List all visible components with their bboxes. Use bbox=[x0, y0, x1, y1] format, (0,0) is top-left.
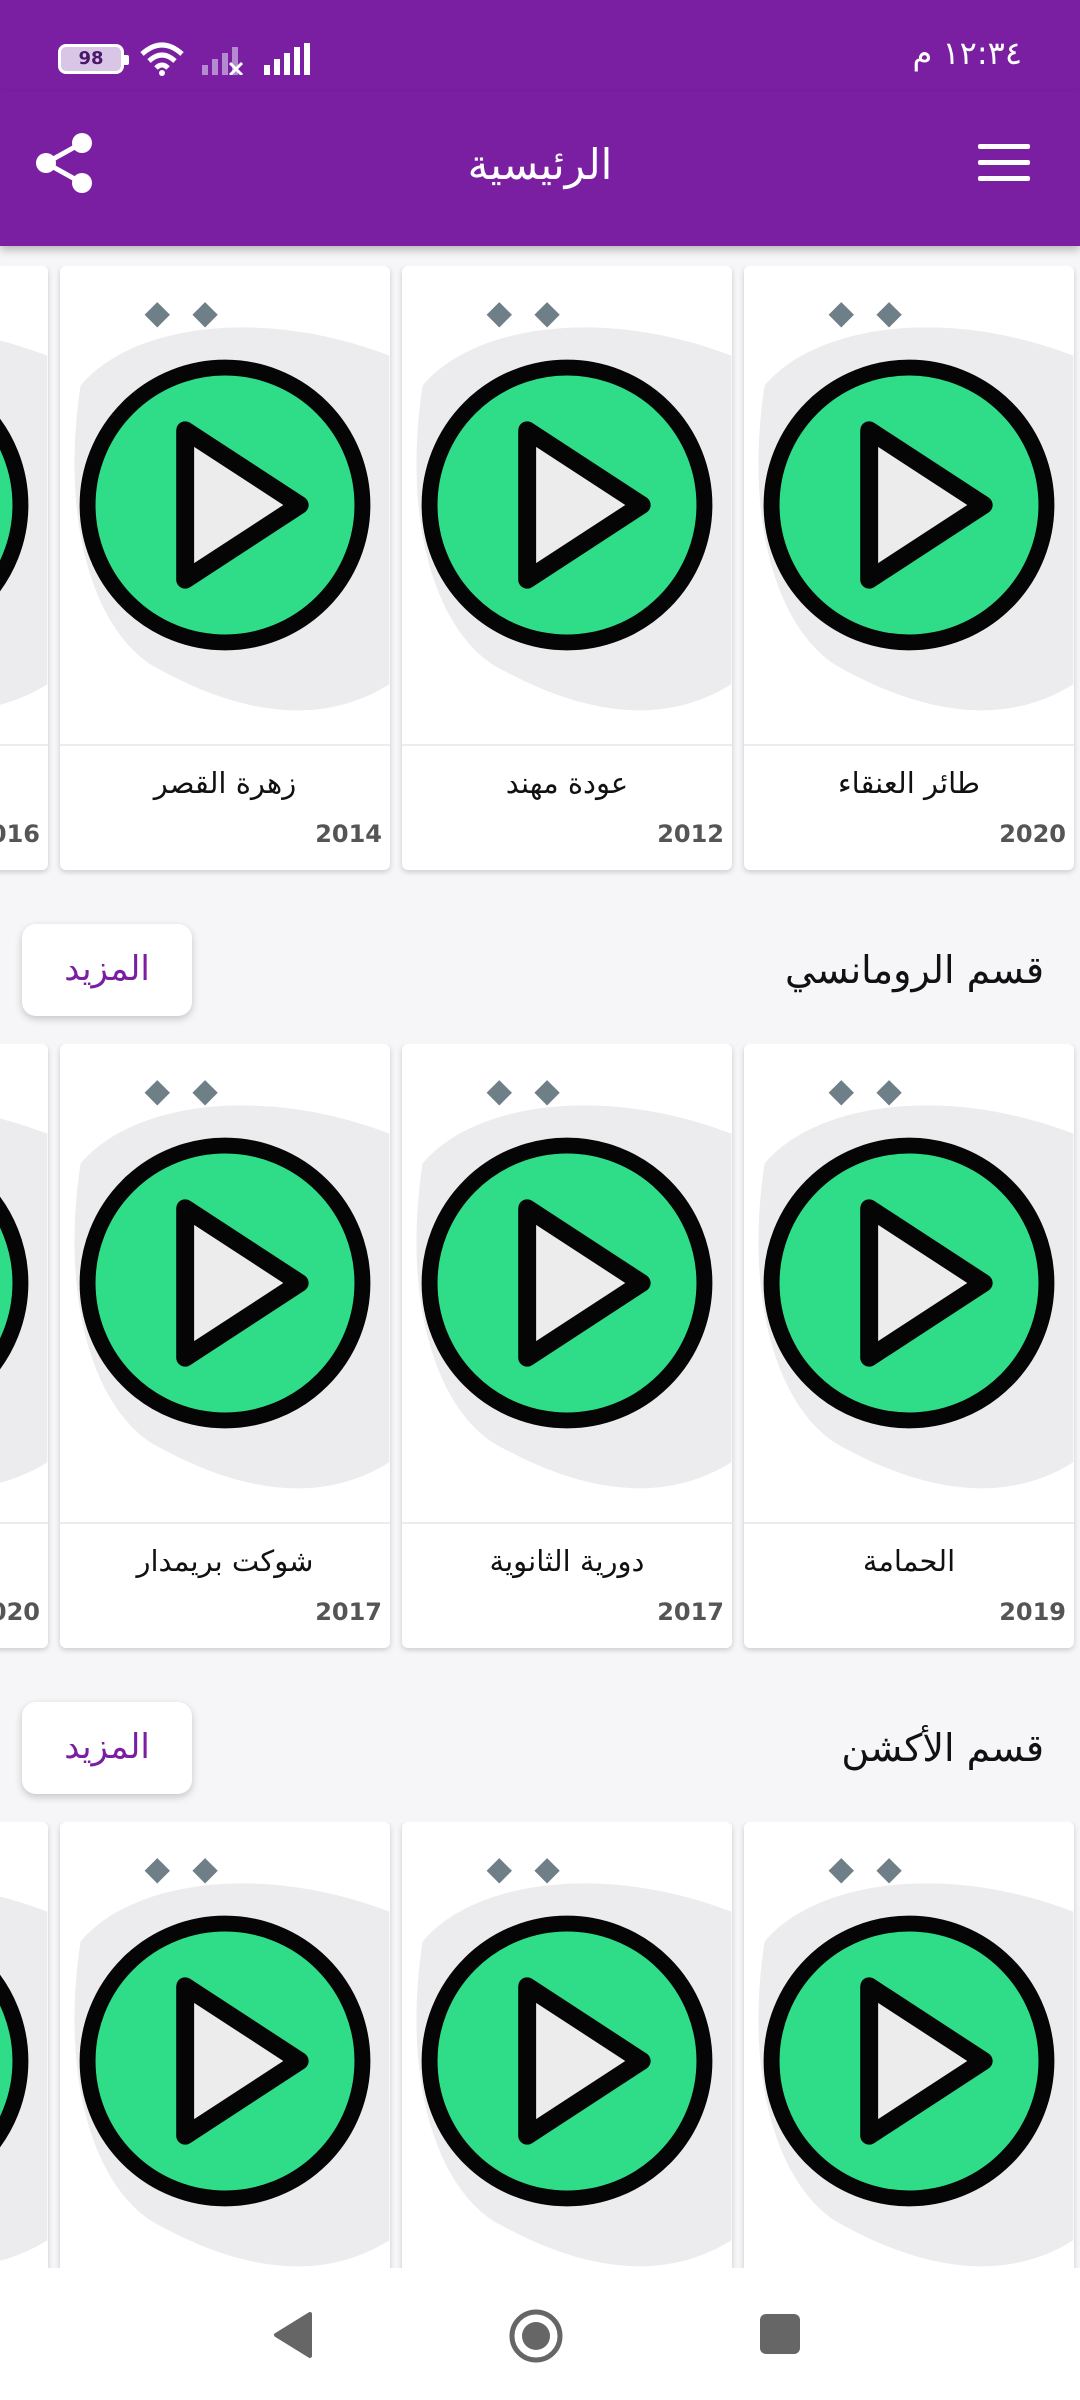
card-year: 2017 bbox=[657, 1598, 724, 1626]
media-card[interactable]: دورية الثانوية 2017 bbox=[402, 1044, 732, 1648]
media-card[interactable]: عودة مهند 2012 bbox=[402, 266, 732, 870]
more-button[interactable]: المزيد bbox=[22, 924, 192, 1016]
back-icon[interactable] bbox=[270, 2310, 314, 2360]
play-thumbnail-icon bbox=[60, 266, 390, 746]
carousel-row-1[interactable]: طائر العنقاء 2020 عودة مهند 2012 زهرة ال… bbox=[0, 266, 1080, 876]
play-thumbnail-icon bbox=[0, 1044, 48, 1524]
media-card[interactable]: 2020 bbox=[0, 1044, 48, 1648]
play-thumbnail-icon bbox=[402, 1044, 732, 1524]
play-thumbnail-icon bbox=[744, 266, 1074, 746]
status-time: ١٢:٣٤ م bbox=[912, 34, 1022, 72]
play-thumbnail-icon bbox=[60, 1822, 390, 2268]
card-year: 2020 bbox=[999, 820, 1066, 848]
system-nav-bar bbox=[0, 2268, 1080, 2400]
card-title: عودة مهند bbox=[505, 766, 629, 800]
card-year: 2012 bbox=[657, 820, 724, 848]
media-card[interactable] bbox=[402, 1822, 732, 2268]
more-button[interactable]: المزيد bbox=[22, 1702, 192, 1794]
card-year: 2019 bbox=[999, 1598, 1066, 1626]
home-icon[interactable] bbox=[508, 2308, 564, 2364]
signal-weak-icon bbox=[202, 47, 244, 75]
media-card[interactable] bbox=[744, 1822, 1074, 2268]
page-title: الرئيسية bbox=[467, 140, 613, 189]
play-thumbnail-icon bbox=[402, 266, 732, 746]
play-thumbnail-icon bbox=[0, 1822, 48, 2268]
signal-icon bbox=[264, 43, 310, 75]
card-year: 2020 bbox=[0, 1598, 40, 1626]
section-title: قسم الرومانسي bbox=[785, 948, 1044, 992]
card-year: 2014 bbox=[315, 820, 382, 848]
card-year: 2017 bbox=[315, 1598, 382, 1626]
media-card[interactable]: 2016 bbox=[0, 266, 48, 870]
card-title: الحمامة bbox=[862, 1544, 956, 1578]
play-thumbnail-icon bbox=[744, 1044, 1074, 1524]
menu-icon[interactable] bbox=[978, 144, 1030, 184]
battery-icon: 98 bbox=[58, 44, 129, 74]
section-header-action: قسم الأكشن المزيد bbox=[0, 1698, 1080, 1808]
play-thumbnail-icon bbox=[60, 1044, 390, 1524]
recent-apps-icon[interactable] bbox=[760, 2314, 800, 2354]
play-thumbnail-icon bbox=[402, 1822, 732, 2268]
play-thumbnail-icon bbox=[744, 1822, 1074, 2268]
media-card[interactable]: زهرة القصر 2014 bbox=[60, 266, 390, 870]
card-title: زهرة القصر bbox=[153, 766, 297, 800]
play-thumbnail-icon bbox=[0, 266, 48, 746]
wifi-icon bbox=[140, 42, 184, 76]
carousel-row-3[interactable] bbox=[0, 1822, 1080, 2268]
card-title: دورية الثانوية bbox=[489, 1544, 645, 1578]
card-title: طائر العنقاء bbox=[838, 766, 980, 800]
status-bar: 98 ١٢:٣٤ م bbox=[0, 0, 1080, 92]
media-card[interactable]: الحمامة 2019 bbox=[744, 1044, 1074, 1648]
section-title: قسم الأكشن bbox=[841, 1726, 1044, 1770]
card-year: 2016 bbox=[0, 820, 40, 848]
app-bar: الرئيسية bbox=[0, 92, 1080, 246]
media-card[interactable]: شوكت بريمدار 2017 bbox=[60, 1044, 390, 1648]
carousel-row-2[interactable]: الحمامة 2019 دورية الثانوية 2017 شوكت بر… bbox=[0, 1044, 1080, 1654]
media-card[interactable] bbox=[60, 1822, 390, 2268]
card-title: شوكت بريمدار bbox=[136, 1544, 314, 1578]
media-card[interactable] bbox=[0, 1822, 48, 2268]
media-card[interactable]: طائر العنقاء 2020 bbox=[744, 266, 1074, 870]
section-header-romance: قسم الرومانسي المزيد bbox=[0, 920, 1080, 1030]
status-icons: 98 bbox=[58, 42, 312, 76]
